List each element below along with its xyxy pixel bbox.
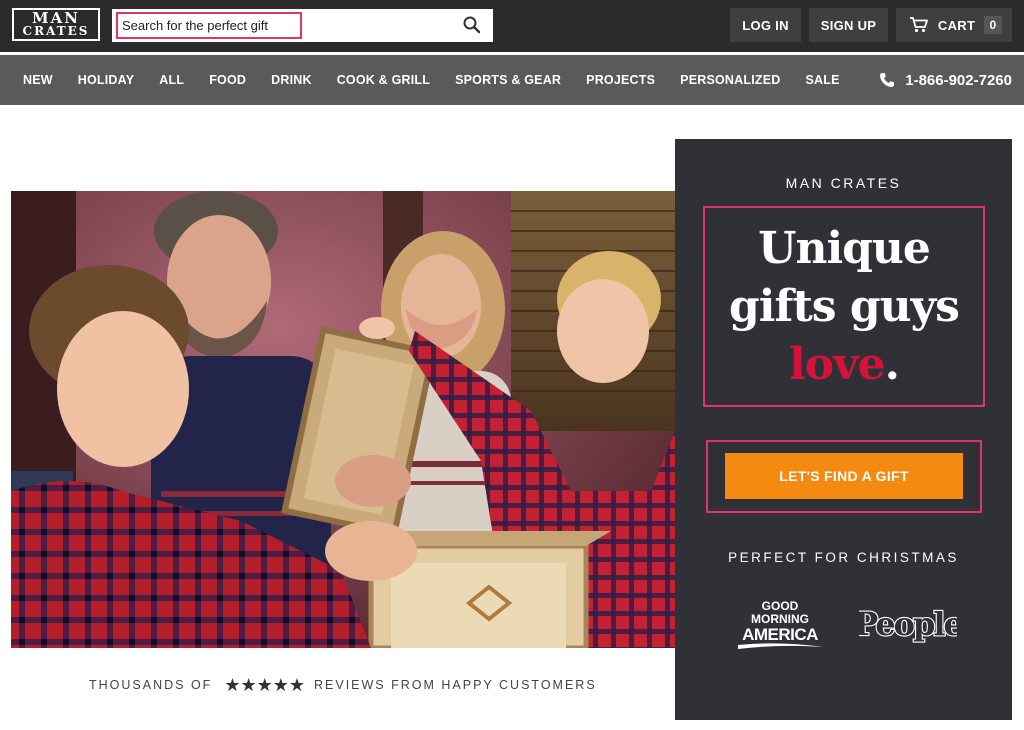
cart-count-badge: 0 bbox=[984, 16, 1002, 34]
top-header: MAN CRATES LOG IN SIGN UP CART 0 bbox=[0, 0, 1024, 52]
login-button[interactable]: LOG IN bbox=[730, 8, 801, 42]
search-button[interactable] bbox=[461, 15, 483, 37]
family-opening-gift-illustration bbox=[11, 191, 675, 648]
cart-icon bbox=[910, 17, 928, 33]
five-star-rating-icon: ★★★★★ bbox=[224, 675, 305, 695]
nav-item-personalized[interactable]: PERSONALIZED bbox=[680, 73, 780, 87]
gma-logo-line-3: AMERICA bbox=[742, 625, 818, 644]
hero-image bbox=[11, 191, 675, 648]
promo-panel: MAN CRATES Unique gifts guys love. LET'S… bbox=[675, 139, 1012, 720]
nav-item-drink[interactable]: DRINK bbox=[271, 73, 312, 87]
nav-item-all[interactable]: ALL bbox=[159, 73, 184, 87]
headline-period: . bbox=[884, 339, 900, 390]
gma-logo-line-2: MORNING bbox=[751, 612, 809, 626]
gma-logo-line-1: GOOD bbox=[762, 599, 799, 613]
hero-headline: Unique gifts guys love. bbox=[705, 220, 983, 394]
cart-label: CART bbox=[937, 17, 976, 33]
reviews-prefix: THOUSANDS OF bbox=[89, 678, 213, 692]
logo-line-2: CRATES bbox=[22, 24, 90, 38]
headline-highlight-box: Unique gifts guys love. bbox=[703, 206, 985, 407]
search-icon bbox=[463, 16, 481, 34]
cart-button[interactable]: CART 0 bbox=[896, 8, 1012, 42]
people-logo-text: People bbox=[859, 605, 957, 643]
headline-line-1: Unique bbox=[758, 223, 931, 274]
nav-item-new[interactable]: NEW bbox=[23, 73, 53, 87]
nav-item-sale[interactable]: SALE bbox=[805, 73, 839, 87]
nav-item-projects[interactable]: PROJECTS bbox=[586, 73, 655, 87]
headline-line-3: love. bbox=[705, 336, 983, 394]
nav-item-sports-gear[interactable]: SPORTS & GEAR bbox=[455, 73, 561, 87]
nav-item-cook-grill[interactable]: COOK & GRILL bbox=[337, 73, 430, 87]
good-morning-america-logo: GOOD MORNING AMERICA bbox=[738, 599, 823, 649]
find-gift-button[interactable]: LET'S FIND A GIFT bbox=[725, 453, 963, 499]
phone-icon bbox=[880, 73, 895, 87]
search-bar bbox=[112, 9, 493, 42]
nav-list: NEW HOLIDAY ALL FOOD DRINK COOK & GRILL … bbox=[0, 55, 840, 105]
promo-brand: MAN CRATES bbox=[785, 175, 902, 191]
people-magazine-logo: People bbox=[859, 604, 957, 644]
phone-number-text: 1-866-902-7260 bbox=[905, 71, 1012, 89]
nav-item-food[interactable]: FOOD bbox=[209, 73, 246, 87]
signup-button[interactable]: SIGN UP bbox=[809, 8, 888, 42]
reviews-strip: THOUSANDS OF ★★★★★ REVIEWS FROM HAPPY CU… bbox=[89, 676, 597, 694]
reviews-suffix: REVIEWS FROM HAPPY CUSTOMERS bbox=[314, 678, 597, 692]
phone-number[interactable]: 1-866-902-7260 bbox=[879, 55, 1012, 105]
gma-swoosh bbox=[738, 643, 823, 649]
cta-highlight-box: LET'S FIND A GIFT bbox=[706, 440, 982, 513]
headline-accent-word: love bbox=[789, 339, 886, 390]
headline-line-2: gifts guys bbox=[729, 281, 960, 332]
search-input[interactable] bbox=[116, 12, 302, 39]
nav-item-holiday[interactable]: HOLIDAY bbox=[78, 73, 135, 87]
promo-tagline: PERFECT FOR CHRISTMAS bbox=[728, 550, 959, 565]
man-crates-logo[interactable]: MAN CRATES bbox=[12, 8, 100, 41]
category-nav: NEW HOLIDAY ALL FOOD DRINK COOK & GRILL … bbox=[0, 55, 1024, 105]
